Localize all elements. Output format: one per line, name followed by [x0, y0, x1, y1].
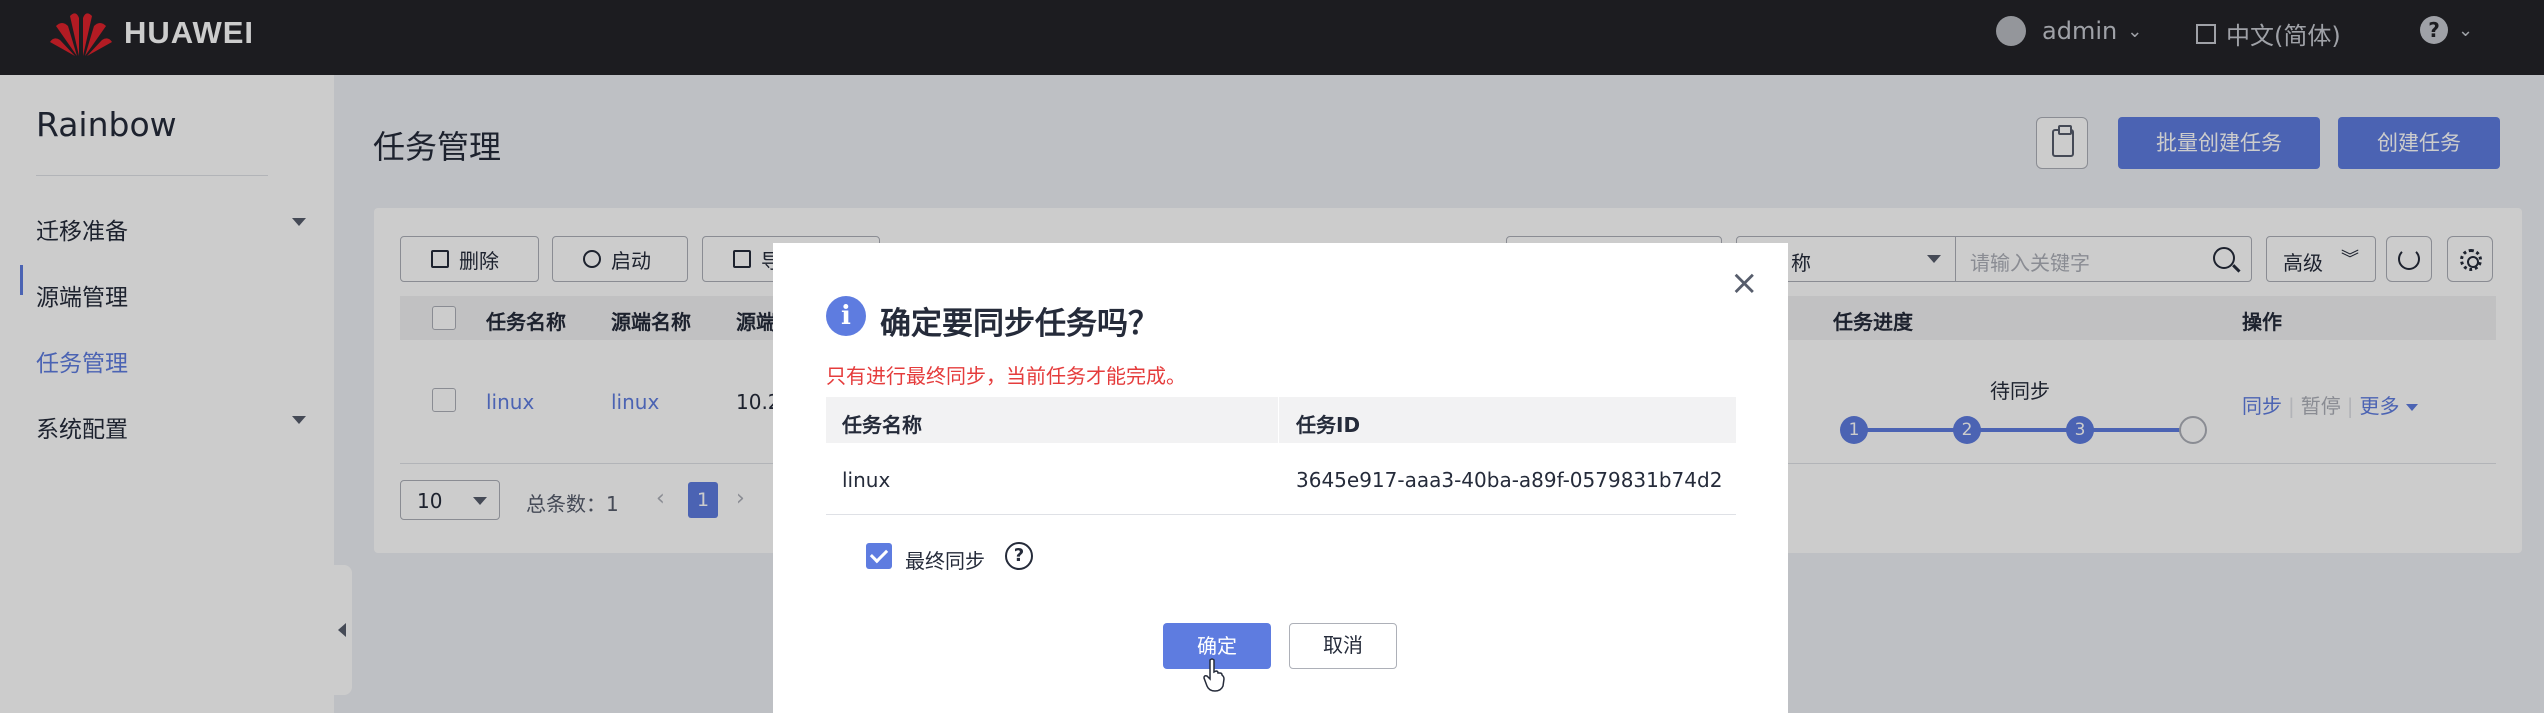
dialog-column-task-id: 任务ID — [1296, 413, 1361, 437]
dialog-column-task-name: 任务名称 — [842, 413, 922, 437]
dialog-warning: 只有进行最终同步，当前任务才能完成。 — [826, 364, 1186, 388]
help-circle-icon[interactable]: ? — [1005, 542, 1033, 570]
hand-cursor-icon — [1203, 658, 1225, 692]
final-sync-checkbox[interactable] — [866, 543, 892, 569]
cancel-button[interactable]: 取消 — [1289, 623, 1397, 669]
close-icon[interactable]: × — [1730, 266, 1759, 300]
final-sync-label: 最终同步 — [905, 549, 985, 573]
dialog-title: 确定要同步任务吗？ — [880, 306, 1159, 342]
column-divider — [1278, 397, 1279, 443]
dialog-task-id: 3645e917-aaa3-40ba-a89f-0579831b74d2 — [1296, 468, 1723, 492]
dialog-row-divider — [826, 514, 1736, 515]
info-icon: i — [826, 296, 866, 336]
dialog-task-name: linux — [842, 468, 891, 492]
dialog-table-header: 任务名称 任务ID — [826, 397, 1736, 443]
